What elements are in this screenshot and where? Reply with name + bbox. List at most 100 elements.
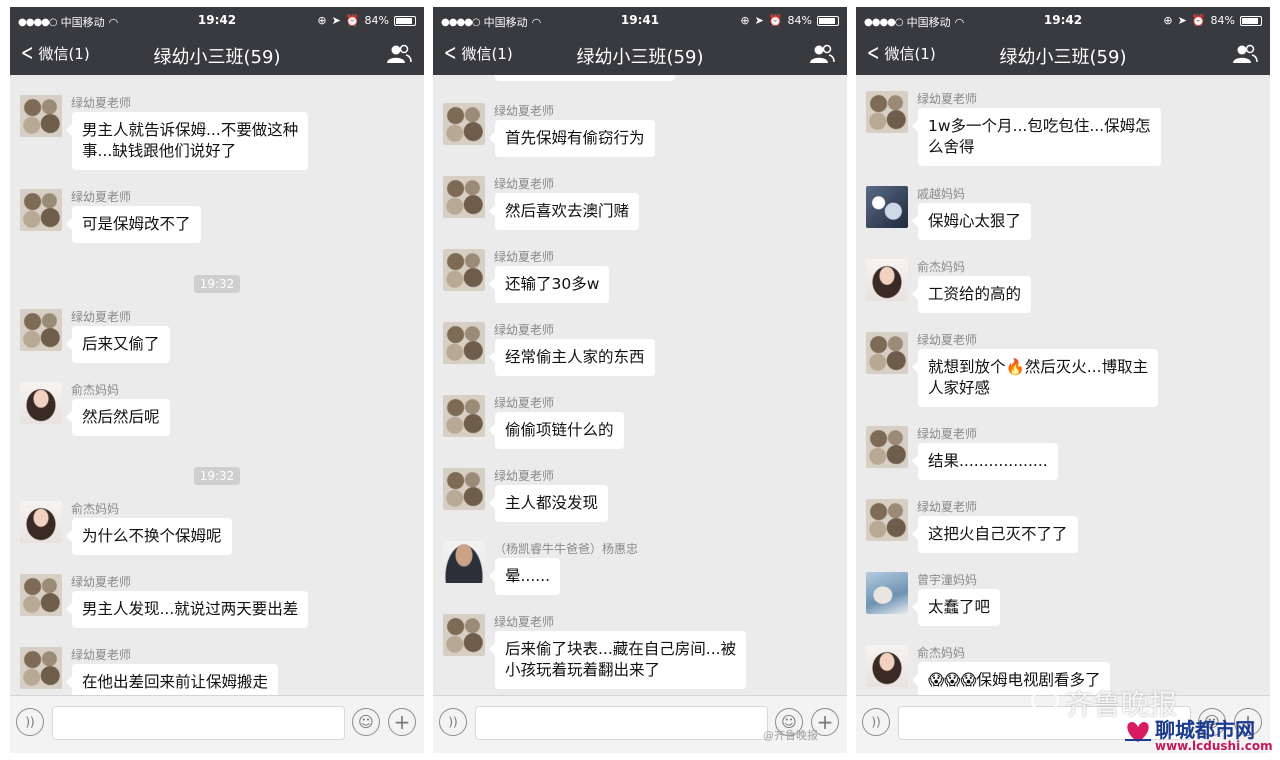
message-bubble[interactable]: 首先保姆有偷窃行为	[489, 120, 655, 157]
battery-percent: 84%	[364, 14, 389, 27]
message-text: 主人都没发现	[505, 494, 599, 512]
avatar[interactable]	[866, 426, 908, 468]
sender-name: 绿幼夏老师	[71, 190, 132, 204]
message-bubble[interactable]: 这把火自己灭不了了	[912, 516, 1078, 553]
avatar[interactable]	[866, 572, 908, 614]
message-text: 然后喜欢去澳门赌	[505, 202, 630, 220]
avatar[interactable]	[443, 322, 485, 364]
message-bubble[interactable]: 晕......	[488, 558, 561, 595]
avatar[interactable]	[443, 541, 485, 583]
message-text: 然后然后呢	[82, 408, 160, 426]
voice-input-button[interactable]: ))	[439, 708, 467, 736]
message-bubble[interactable]: 保姆心太狠了	[911, 203, 1032, 240]
message-text: 就想到放个🔥然后灭火...博取主	[928, 358, 1149, 376]
location-icon: ➤	[754, 14, 764, 27]
avatar[interactable]	[866, 499, 908, 541]
avatar[interactable]	[866, 645, 908, 687]
message-text: 还输了30多w	[505, 275, 600, 293]
lock-rotation-icon: ⊕	[740, 14, 750, 27]
message-text: 晕......	[505, 567, 551, 585]
avatar[interactable]	[866, 332, 908, 374]
message-bubble[interactable]: 主人都没发现	[488, 485, 609, 522]
message-text: 么舍得	[928, 138, 975, 156]
message-list[interactable]: 绿幼夏老师 男主人就告诉保姆...不要做这种 事...缺钱跟他们说好了 绿幼夏老师 可是…	[10, 75, 424, 695]
lcdushi-url: www.lcdushi.com	[1155, 739, 1273, 753]
lcdushi-logo-icon	[1125, 722, 1151, 742]
nav-bar: < 微信(1) 绿幼小三班(59)	[10, 33, 424, 75]
avatar[interactable]	[866, 91, 908, 133]
message-text: 可是保姆改不了	[82, 215, 191, 233]
avatar[interactable]	[20, 309, 62, 351]
message-bubble[interactable]: 可是保姆改不了	[66, 206, 201, 243]
message-bubble[interactable]: 在他出差回来前让保姆搬走	[65, 664, 279, 695]
message-input[interactable]	[52, 706, 345, 740]
sender-name: 绿幼夏老师	[917, 500, 978, 514]
sender-name: 绿幼夏老师	[494, 323, 555, 337]
message-bubble[interactable]: 就想到放个🔥然后灭火...博取主 人家好感	[911, 349, 1159, 407]
status-bar: ●●●●○ 中国移动 ◠ 19:42 ⊕ ➤ ⏰ 84%	[856, 7, 1270, 33]
emoji-button[interactable]: ☺	[352, 708, 380, 736]
sender-name: 绿幼夏老师	[71, 648, 132, 662]
sender-name: 绿幼夏老师	[917, 427, 978, 441]
message-bubble[interactable]: 1w多一个月...包吃包住...保姆怎 么舍得	[912, 108, 1161, 166]
voice-input-button[interactable]: ))	[862, 708, 890, 736]
battery-icon	[1240, 15, 1262, 26]
avatar[interactable]	[443, 176, 485, 218]
message-bubble[interactable]: 还输了30多w	[488, 266, 610, 303]
sender-name: 绿幼夏老师	[494, 396, 555, 410]
group-members-icon[interactable]	[1232, 44, 1258, 64]
message-bubble[interactable]: 太蠢了吧	[911, 589, 1001, 626]
chat-screen-2: ●●●●○ 中国移动 ◠ 19:41 ⊕ ➤ ⏰ 84% < 微信(1) 绿幼小三班(59)…	[433, 7, 847, 753]
sender-name: 绿幼夏老师	[71, 575, 132, 589]
message-bubble[interactable]: 为什么不换个保姆呢	[66, 518, 232, 555]
group-members-icon[interactable]	[809, 44, 835, 64]
message-bubble[interactable]: 后来偷了块表...藏在自己房间...被 小孩玩着玩着翻出来了	[488, 631, 747, 689]
avatar[interactable]	[443, 249, 485, 291]
plus-icon: +	[393, 710, 411, 734]
avatar[interactable]	[866, 259, 908, 301]
avatar[interactable]	[20, 382, 62, 424]
avatar[interactable]	[20, 501, 62, 543]
avatar[interactable]	[443, 614, 485, 656]
message-text: 男主人就告诉保姆...不要做这种	[82, 121, 299, 139]
message-text: 偷偷项链什么的	[505, 421, 614, 439]
message-list[interactable]: 绿幼夏老师 1w多一个月...包吃包住...保姆怎 么舍得 戚越妈妈 保姆心太狠了 俞杰妈…	[856, 75, 1270, 695]
avatar[interactable]	[20, 647, 62, 689]
message-bubble[interactable]: 男主人发现...就说过两天要出差	[65, 591, 309, 628]
voice-icon: ))	[25, 715, 35, 729]
message-text: 人家好感	[928, 379, 991, 397]
avatar[interactable]	[443, 468, 485, 510]
avatar[interactable]	[20, 95, 62, 137]
timestamp-chip: 19:32	[10, 465, 424, 485]
message-list[interactable]: 绿幼夏老师 首先保姆有偷窃行为 绿幼夏老师 然后喜欢去澳门赌 绿幼夏老师 还输了30多w 绿…	[433, 75, 847, 695]
message-input[interactable]	[475, 706, 768, 740]
message-bubble[interactable]: 后来又偷了	[66, 326, 170, 363]
lock-rotation-icon: ⊕	[317, 14, 327, 27]
message-text: 首先保姆有偷窃行为	[505, 129, 645, 147]
message-bubble[interactable]: 男主人就告诉保姆...不要做这种 事...缺钱跟他们说好了	[65, 112, 309, 170]
more-button[interactable]: +	[388, 708, 416, 736]
voice-input-button[interactable]: ))	[16, 708, 44, 736]
message-text: 经常偷主人家的东西	[505, 348, 645, 366]
message-bubble[interactable]: 然后喜欢去澳门赌	[488, 193, 640, 230]
sender-name: 绿幼夏老师	[917, 333, 978, 347]
avatar[interactable]	[20, 574, 62, 616]
message-bubble[interactable]: 工资给的高的	[911, 276, 1032, 313]
nav-bar: < 微信(1) 绿幼小三班(59)	[856, 33, 1270, 75]
group-members-icon[interactable]	[386, 44, 412, 64]
avatar[interactable]	[866, 186, 908, 228]
chat-screen-1: ●●●●○ 中国移动 ◠ 19:42 ⊕ ➤ ⏰ 84% < 微信(1) 绿幼小三班(59)…	[10, 7, 424, 753]
message-bubble[interactable]: 经常偷主人家的东西	[489, 339, 655, 376]
avatar[interactable]	[443, 395, 485, 437]
sender-name: 绿幼夏老师	[494, 250, 555, 264]
avatar[interactable]	[443, 103, 485, 145]
alarm-icon: ⏰	[345, 14, 360, 27]
message-bubble[interactable]: 偷偷项链什么的	[489, 412, 624, 449]
sender-name: （杨凯睿牛牛爸爸）杨惠忠	[494, 542, 639, 556]
voice-icon: ))	[871, 715, 881, 729]
message-text: 结果..................	[928, 452, 1048, 470]
avatar[interactable]	[20, 189, 62, 231]
message-bubble[interactable]: 结果..................	[912, 443, 1058, 480]
plus-icon: +	[816, 710, 834, 734]
message-bubble[interactable]: 然后然后呢	[66, 399, 170, 436]
